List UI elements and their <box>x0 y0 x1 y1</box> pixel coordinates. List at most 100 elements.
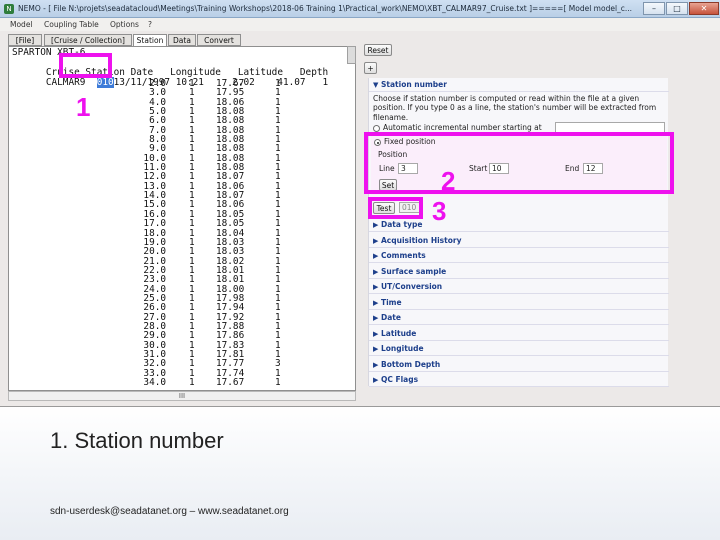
section-label: Date <box>381 313 401 322</box>
section-label: Data type <box>381 220 423 229</box>
scroll-grip[interactable]: III <box>179 392 185 400</box>
section-comments[interactable]: ▶ Comments <box>369 249 669 263</box>
section-station-number[interactable]: ▼ Station number <box>369 78 669 92</box>
slide-footer: sdn-userdesk@seadatanet.org – www.seadat… <box>50 506 289 517</box>
section-longitude[interactable]: ▶ Longitude <box>369 342 669 356</box>
section-label: Surface sample <box>381 266 447 276</box>
chevron-right-icon: ▶ <box>373 298 379 307</box>
data-row: 17.0 1 18.05 1 <box>12 219 350 229</box>
section-label: Longitude <box>381 344 424 353</box>
section-qc-flags[interactable]: ▶ QC Flags <box>369 373 669 387</box>
section-label: Comments <box>381 251 426 260</box>
chevron-right-icon: ▶ <box>373 376 379 384</box>
data-cell: 1 <box>189 377 195 388</box>
highlight-box-3 <box>368 197 423 219</box>
data-row: 34.0 1 17.67 1 <box>12 377 350 388</box>
section-date[interactable]: ▶ Date <box>369 311 669 325</box>
data-row: 2.0 1 17.67 1 <box>12 79 350 89</box>
data-row: 27.0 1 17.92 1 <box>12 312 350 322</box>
tab-convert[interactable]: Convert <box>197 34 241 46</box>
maximize-button[interactable]: □ <box>666 2 688 15</box>
section-acquisition-history[interactable]: ▶ Acquisition History <box>369 234 669 248</box>
data-row: 16.0 1 18.05 1 <box>12 209 350 219</box>
menu-bar: Model Coupling Table Options ? <box>0 18 720 31</box>
tab-file[interactable]: [File] <box>8 34 42 46</box>
data-row: 5.0 1 18.08 1 <box>12 107 350 117</box>
data-row: 6.0 1 18.08 1 <box>12 116 350 126</box>
data-row: 28.0 1 17.88 1 <box>12 322 350 332</box>
vertical-scrollbar[interactable] <box>347 46 356 64</box>
tab-data[interactable]: Data <box>168 34 196 46</box>
chevron-right-icon: ▶ <box>373 221 379 229</box>
chevron-right-icon: ▶ <box>373 252 379 260</box>
window-title: NEMO - [ File N:\projets\seadatacloud\Me… <box>18 4 633 13</box>
settings-pane: Reset + ▼ Station number Choose if stati… <box>362 40 714 404</box>
callout-1: 1 <box>76 92 91 122</box>
data-row: 23.0 1 18.01 1 <box>12 275 350 285</box>
menu-model[interactable]: Model <box>10 18 33 31</box>
data-row: 33.0 1 17.74 1 <box>12 368 350 378</box>
section-bottom-depth[interactable]: ▶ Bottom Depth <box>369 358 669 372</box>
data-rows: 2.0 1 17.67 1 3.0 1 17.95 1 4.0 1 18.06 1 5.0 1 18.08 1… <box>12 79 350 388</box>
file-content-view[interactable]: SPARTON XBT-6 Cruise Station Date Longit… <box>8 46 356 391</box>
callout-3: 3 <box>432 196 447 226</box>
data-row: 22.0 1 18.01 1 <box>12 265 350 275</box>
menu-help[interactable]: ? <box>148 18 152 31</box>
chevron-right-icon: ▶ <box>373 283 379 291</box>
data-row: 15.0 1 18.06 1 <box>12 200 350 210</box>
station-description: Choose if station number is computed or … <box>373 94 657 122</box>
menu-options[interactable]: Options <box>110 18 139 31</box>
section-label: Station number <box>381 80 447 89</box>
add-button[interactable]: + <box>364 62 377 74</box>
data-row: 32.0 1 17.77 3 <box>12 359 350 369</box>
data-row: 18.0 1 18.04 1 <box>12 228 350 238</box>
section-label: Acquisition History <box>381 235 462 245</box>
highlight-box-1 <box>59 53 112 78</box>
section-data-type[interactable]: ▶ Data type <box>369 218 669 232</box>
title-bar: N NEMO - [ File N:\projets\seadatacloud\… <box>0 0 720 18</box>
data-cell: 17.67 <box>216 377 245 388</box>
data-row: 21.0 1 18.02 1 <box>12 256 350 266</box>
data-row: 10.0 1 18.08 1 <box>12 153 350 163</box>
section-latitude[interactable]: ▶ Latitude <box>369 327 669 341</box>
auto-number-radio[interactable] <box>373 125 380 132</box>
data-row: 31.0 1 17.81 1 <box>12 350 350 360</box>
app-icon: N <box>4 4 14 14</box>
data-row: 3.0 1 17.95 1 <box>12 88 350 98</box>
section-label: Latitude <box>381 328 417 338</box>
section-label: Time <box>381 297 402 307</box>
slide-caption: 1. Station number <box>50 428 224 453</box>
section-surface-sample[interactable]: ▶ Surface sample <box>369 265 669 279</box>
data-row: 8.0 1 18.08 1 <box>12 135 350 145</box>
tab-cruise-collection[interactable]: [Cruise / Collection] <box>44 34 132 46</box>
data-row: 14.0 1 18.07 1 <box>12 191 350 201</box>
data-row: 4.0 1 18.06 1 <box>12 97 350 107</box>
menu-coupling-table[interactable]: Coupling Table <box>44 18 99 31</box>
section-label: QC Flags <box>381 375 419 384</box>
reset-button[interactable]: Reset <box>364 44 392 56</box>
section-label: Bottom Depth <box>381 359 441 369</box>
section-label: UT/Conversion <box>381 282 443 291</box>
data-cell: 1 <box>275 377 281 388</box>
sections-panel: ▼ Station number Choose if station numbe… <box>368 78 669 387</box>
chevron-down-icon: ▼ <box>373 81 379 89</box>
data-row: 19.0 1 18.03 1 <box>12 237 350 247</box>
chevron-right-icon: ▶ <box>373 345 379 353</box>
horizontal-scrollbar[interactable]: III <box>8 391 356 401</box>
chevron-right-icon: ▶ <box>373 360 379 369</box>
data-row: 30.0 1 17.83 1 <box>12 340 350 350</box>
highlight-box-2 <box>364 132 674 194</box>
data-row: 26.0 1 17.94 1 <box>12 303 350 313</box>
data-row: 9.0 1 18.08 1 <box>12 144 350 154</box>
data-cell: 34.0 <box>143 377 166 388</box>
minimize-button[interactable]: – <box>643 2 665 15</box>
section-time[interactable]: ▶ Time <box>369 296 669 310</box>
data-row: 25.0 1 17.98 1 <box>12 294 350 304</box>
data-row: 29.0 1 17.86 1 <box>12 331 350 341</box>
chevron-right-icon: ▶ <box>373 267 379 276</box>
section-ut-conversion[interactable]: ▶ UT/Conversion <box>369 280 669 294</box>
data-row: 7.0 1 18.08 1 <box>12 125 350 135</box>
callout-2: 2 <box>441 166 456 196</box>
close-button[interactable]: ✕ <box>689 2 719 15</box>
chevron-right-icon: ▶ <box>373 314 379 322</box>
